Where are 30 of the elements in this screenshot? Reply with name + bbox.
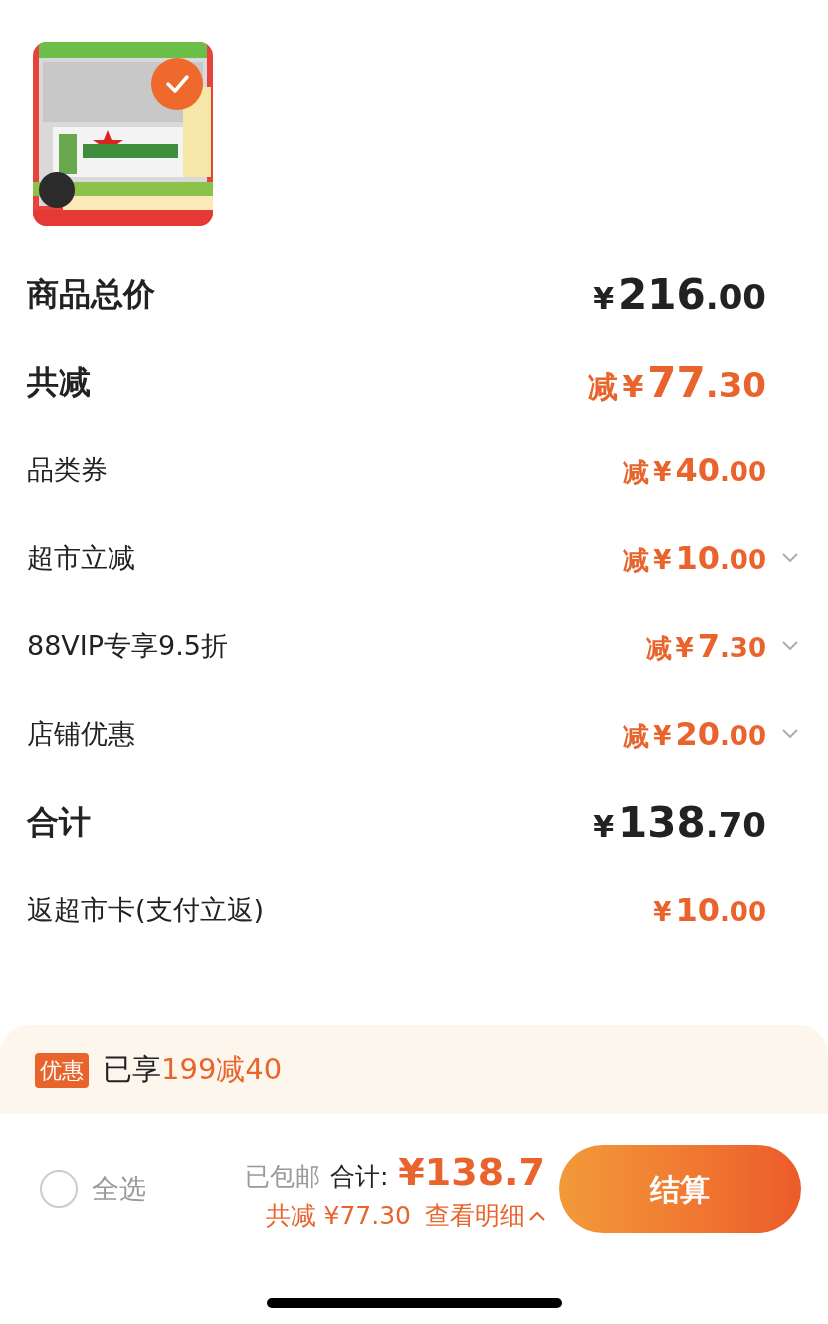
row-label: 88VIP专享9.5折 [27, 628, 228, 663]
shipping-text: 已包邮 [244, 1160, 320, 1193]
chevron-down-icon[interactable] [782, 729, 798, 739]
price-text: 减¥10.00 [623, 538, 766, 579]
chevron-up-icon[interactable] [529, 1210, 545, 1221]
details-link[interactable]: 查看明细 [425, 1196, 545, 1235]
select-all-radio[interactable] [40, 1170, 78, 1208]
row-label: 返超市卡(支付立返) [27, 892, 265, 927]
price-text: 减¥40.00 [623, 450, 766, 491]
chevron-down-icon[interactable] [782, 553, 798, 563]
row-label: 店铺优惠 [27, 716, 135, 751]
price-text: 减¥77.30 [588, 356, 766, 409]
checkout-button[interactable]: 结算 [559, 1145, 801, 1233]
row-label: 品类券 [27, 452, 108, 487]
chevron-down-icon[interactable] [782, 641, 798, 651]
row-label: 商品总价 [27, 274, 155, 315]
price-text: ¥216.00 [593, 268, 766, 321]
promo-text: 已享199减40 [103, 1051, 283, 1089]
discount-text: 共减 ¥77.30 [265, 1199, 411, 1232]
promo-badge: 优惠 [35, 1052, 89, 1088]
select-all-label[interactable]: 全选 [92, 1168, 146, 1210]
row-label: 合计 [27, 802, 91, 843]
row-label: 超市立减 [27, 540, 135, 575]
price-text: ¥10.00 [653, 890, 766, 931]
price-text: 减¥7.30 [645, 626, 766, 667]
total-label: 合计: [329, 1160, 389, 1193]
row-label: 共减 [27, 362, 91, 403]
price-text: 减¥20.00 [623, 714, 766, 755]
total-price: ¥138.7 [398, 1148, 545, 1196]
price-text: ¥138.70 [593, 796, 766, 849]
